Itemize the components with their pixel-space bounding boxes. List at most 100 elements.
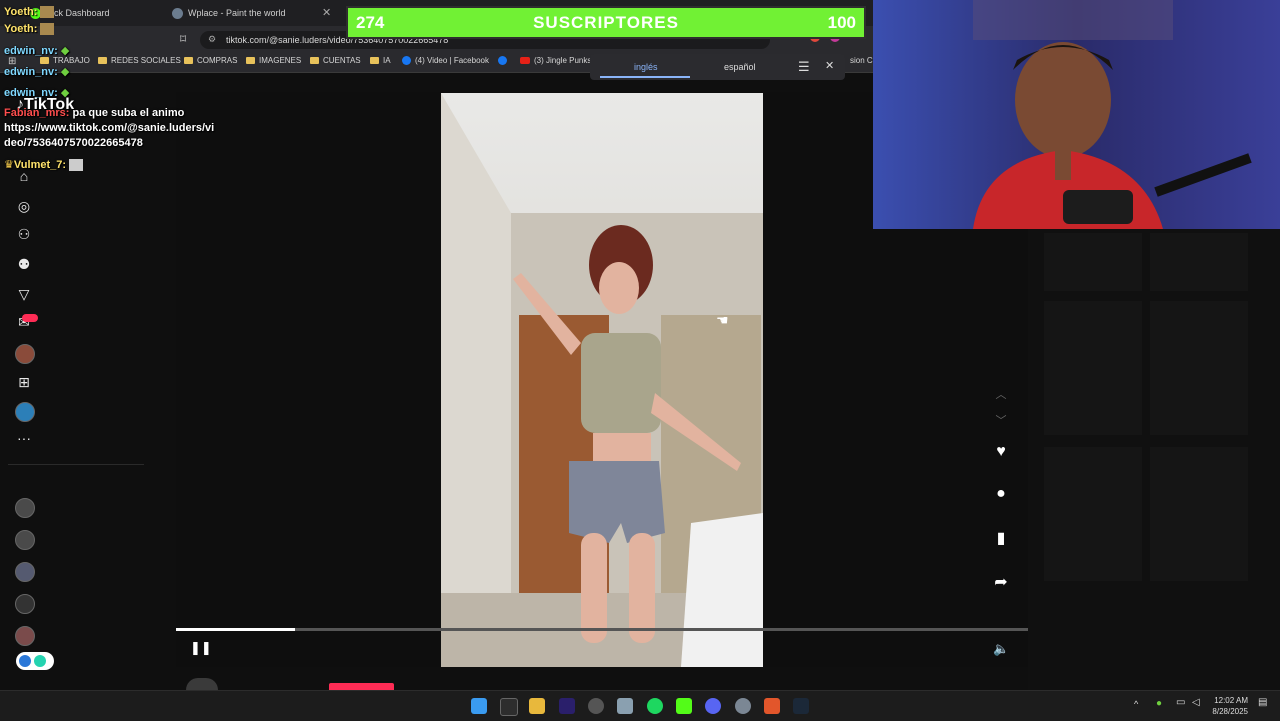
video-frame[interactable]	[441, 93, 763, 667]
bookmark-ia[interactable]: IA	[370, 56, 391, 65]
video-thumbnail[interactable]	[1150, 301, 1248, 435]
close-tab-icon[interactable]: ✕	[322, 6, 331, 19]
video-progress-track[interactable]	[176, 628, 1028, 631]
bookmark-label: (4) Video | Facebook	[415, 56, 489, 65]
chat-message: pa que suba el animo	[72, 107, 185, 119]
volume-icon[interactable]: 🔈	[993, 641, 1009, 657]
premiere-icon[interactable]	[559, 698, 575, 714]
follow-button[interactable]	[329, 683, 394, 690]
webcam-scene	[873, 0, 1280, 229]
like-icon[interactable]: ♥	[991, 442, 1011, 462]
bookmark-save-icon[interactable]: ▮	[991, 528, 1011, 548]
kick-icon[interactable]	[676, 698, 692, 714]
video-scene	[441, 93, 763, 667]
bookmark-trabajo[interactable]: TRABAJO	[40, 56, 90, 65]
start-icon[interactable]	[471, 698, 487, 714]
video-thumbnail[interactable]	[1150, 233, 1248, 291]
brave-icon[interactable]	[764, 698, 780, 714]
avatar[interactable]	[15, 594, 35, 614]
upload-icon[interactable]: ⊞	[16, 374, 32, 390]
bookmark-facebook[interactable]	[498, 56, 507, 65]
friends-icon[interactable]: ⚉	[16, 256, 32, 272]
facebook-icon	[402, 56, 411, 65]
bookmark-label: TRABAJO	[53, 56, 90, 65]
avatar[interactable]	[15, 530, 35, 550]
live-icon[interactable]: ▽	[16, 286, 32, 302]
explore-icon[interactable]: ◎	[16, 198, 32, 214]
frog-emote-icon: ◆	[60, 45, 70, 57]
file-explorer-icon[interactable]	[529, 698, 545, 714]
tab-wplace[interactable]: Wplace - Paint the world	[172, 3, 322, 23]
bookmark-label: IA	[383, 56, 391, 65]
epic-games-icon[interactable]	[500, 698, 518, 716]
steam-icon[interactable]	[793, 698, 809, 714]
tiktok-sidebar: ⌂ ◎ ⚇ ⚉ ▽ ✉ ⊞ ···	[0, 92, 144, 692]
avatar[interactable]	[15, 626, 35, 646]
translate-source-tab[interactable]: inglés	[634, 62, 658, 72]
bookmark-label: REDES SOCIALES	[111, 56, 181, 65]
avatar[interactable]	[15, 402, 35, 422]
frog-emote-icon: ◆	[60, 66, 70, 78]
subscribers-count: 274	[356, 13, 385, 32]
avatar[interactable]	[15, 562, 35, 582]
video-thumbnail[interactable]	[1044, 233, 1142, 291]
avatar[interactable]	[15, 344, 35, 364]
bookmark-cuentas[interactable]: CUENTAS	[310, 56, 361, 65]
chat-username: Fabian_mrs:	[4, 107, 70, 119]
pause-icon[interactable]: ❚❚	[190, 640, 212, 656]
site-settings-icon[interactable]: ⚙	[208, 34, 216, 45]
bookmark-label: COMPRAS	[197, 56, 238, 65]
notification-badge	[22, 314, 38, 322]
active-tab-indicator	[600, 76, 690, 78]
discord-icon[interactable]	[705, 698, 721, 714]
bookmark-imagenes[interactable]: IMAGENES	[246, 56, 301, 65]
video-thumbnail[interactable]	[1150, 447, 1248, 581]
chevron-down-icon[interactable]: ﹀	[991, 410, 1011, 430]
bookmark-icon[interactable]: ⌑	[180, 32, 186, 46]
cursor-icon: ☚	[716, 312, 729, 328]
network-icon[interactable]: ▭	[1176, 697, 1185, 708]
chat-line: Fabian_mrs: pa que suba el animo	[4, 107, 184, 119]
bookmark-redes-sociales[interactable]: REDES SOCIALES	[98, 56, 181, 65]
settings-icon[interactable]	[735, 698, 751, 714]
chat-username: edwin_nv:	[4, 66, 58, 78]
video-thumbnail[interactable]	[1044, 447, 1142, 581]
clock-time: 12:02 AM	[1214, 696, 1248, 705]
app-icon	[19, 655, 31, 667]
bookmark-compras[interactable]: COMPRAS	[184, 56, 237, 65]
get-app-pill[interactable]	[16, 652, 54, 670]
emote-icon	[40, 23, 55, 36]
author-avatar[interactable]	[186, 678, 218, 690]
close-icon[interactable]: ✕	[825, 59, 834, 72]
emote-icon	[40, 6, 55, 19]
share-icon[interactable]: ➦	[991, 572, 1011, 592]
youtube-icon	[520, 57, 530, 64]
microphone-icon[interactable]: ●	[1156, 698, 1162, 709]
badge-icon: ♛	[4, 159, 14, 171]
folder-icon	[98, 57, 107, 64]
system-clock[interactable]: 12:02 AM 8/28/2025	[1212, 695, 1248, 717]
chrome-icon[interactable]	[588, 698, 604, 714]
spotify-icon[interactable]	[647, 698, 663, 714]
webcam-overlay	[873, 0, 1280, 229]
chevron-up-icon[interactable]: ^	[1134, 699, 1138, 709]
notifications-icon[interactable]: ▤	[1258, 697, 1267, 708]
following-icon[interactable]: ⚇	[16, 226, 32, 242]
avatar[interactable]	[15, 498, 35, 518]
bookmark-sion[interactable]: sion Cl	[850, 56, 874, 65]
bookmark-label: CUENTAS	[323, 56, 361, 65]
bookmark-facebook-video[interactable]: (4) Video | Facebook	[402, 56, 489, 65]
volume-icon[interactable]: ◁	[1192, 697, 1200, 708]
more-icon[interactable]: ···	[16, 430, 32, 446]
comment-icon[interactable]: ●	[991, 484, 1011, 504]
video-thumbnail[interactable]	[1044, 301, 1142, 435]
bookmark-jingle-punks[interactable]: (3) Jingle Punks	[520, 56, 591, 65]
translate-target-tab[interactable]: español	[724, 62, 756, 72]
chat-line: Yoeth:	[4, 23, 55, 36]
subscribers-goal: 100	[827, 13, 856, 32]
notepad-icon[interactable]	[617, 698, 633, 714]
folder-icon	[370, 57, 379, 64]
chevron-up-icon[interactable]: ︿	[991, 384, 1011, 404]
menu-icon[interactable]: ☰	[798, 59, 810, 75]
chat-line: deo/7536407570022665478	[4, 137, 143, 149]
